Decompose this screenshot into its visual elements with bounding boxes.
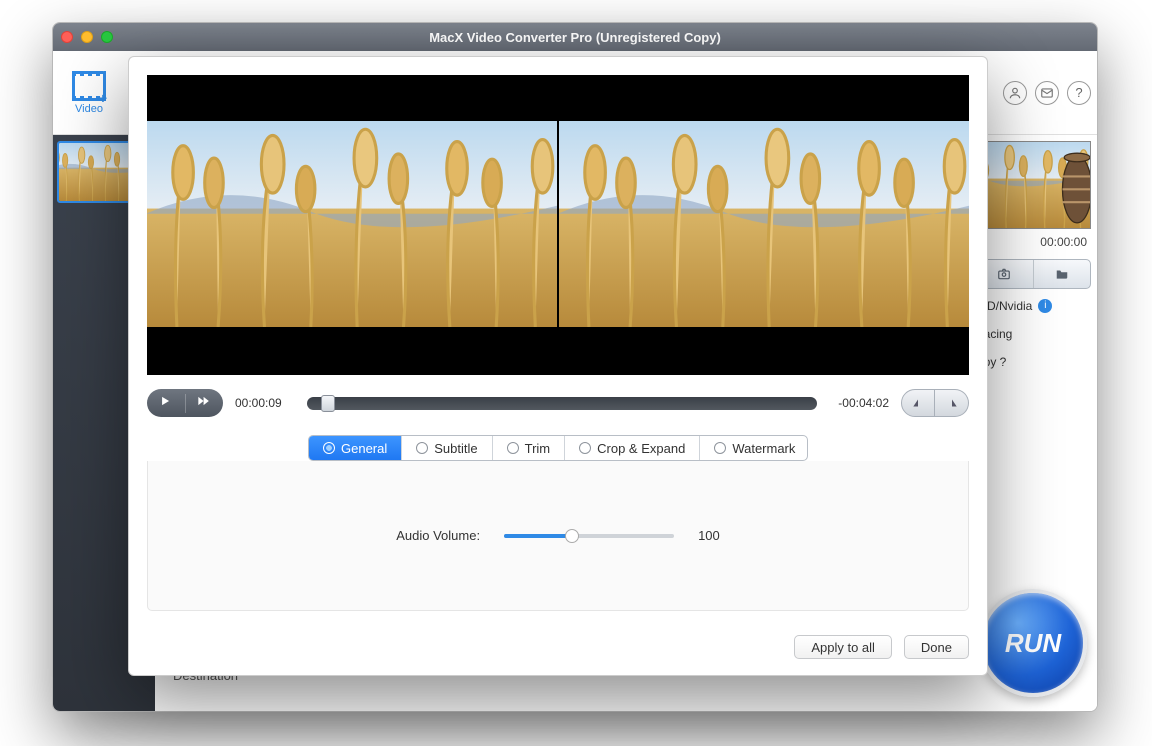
- editor-tabs: General Subtitle Trim Crop & Expand Wate…: [308, 435, 808, 461]
- audio-volume-label: Audio Volume:: [396, 528, 480, 543]
- radio-icon: [714, 442, 726, 454]
- scrub-knob[interactable]: [321, 395, 335, 412]
- radio-icon: [416, 442, 428, 454]
- audio-volume-value: 100: [698, 528, 720, 543]
- tab-subtitle[interactable]: Subtitle: [402, 436, 492, 460]
- radio-icon: [507, 442, 519, 454]
- preview-original: [147, 75, 557, 375]
- mini-preview: [975, 141, 1091, 229]
- rotate-left-button[interactable]: [901, 389, 935, 417]
- general-panel: Audio Volume: 100: [147, 461, 969, 611]
- remaining-time: -00:04:02: [829, 396, 889, 410]
- scrub-track[interactable]: [307, 397, 817, 410]
- editor-dialog: 00:00:09 -00:04:02 General Subtitle Trim…: [128, 56, 988, 676]
- tab-trim[interactable]: Trim: [493, 436, 566, 460]
- option-hw-accel[interactable]: MD/Nvidiai: [975, 289, 1091, 317]
- rotate-right-button[interactable]: [935, 389, 969, 417]
- preview-result: [559, 75, 969, 375]
- option-auto-copy[interactable]: opy ?: [975, 345, 1091, 373]
- browse-folder-icon[interactable]: [1033, 260, 1091, 288]
- titlebar: MacX Video Converter Pro (Unregistered C…: [53, 23, 1097, 51]
- tab-general[interactable]: General: [309, 436, 402, 460]
- run-button[interactable]: RUN: [979, 589, 1087, 697]
- radio-icon: [323, 442, 335, 454]
- help-icon[interactable]: ?: [1067, 81, 1091, 105]
- fast-forward-button[interactable]: [185, 394, 212, 413]
- run-label: RUN: [1005, 628, 1061, 659]
- tab-crop-expand[interactable]: Crop & Expand: [565, 436, 700, 460]
- audio-volume-slider[interactable]: [504, 534, 674, 538]
- mini-preview-controls: [975, 259, 1091, 289]
- add-video-label: Video: [59, 103, 119, 115]
- slider-knob[interactable]: [565, 529, 579, 543]
- apply-to-all-button[interactable]: Apply to all: [794, 635, 892, 659]
- playback-controls: [147, 389, 223, 417]
- mini-preview-time: 00:00:00: [975, 229, 1091, 259]
- info-icon[interactable]: i: [1038, 299, 1052, 313]
- play-button[interactable]: [158, 394, 172, 413]
- elapsed-time: 00:00:09: [235, 396, 295, 410]
- mail-icon[interactable]: [1035, 81, 1059, 105]
- option-deinterlace[interactable]: rlacing: [975, 317, 1091, 345]
- preview-pair: [147, 75, 969, 375]
- tab-watermark[interactable]: Watermark: [700, 436, 808, 460]
- add-video-button[interactable]: + Video: [59, 71, 119, 115]
- playback-row: 00:00:09 -00:04:02: [147, 389, 969, 417]
- radio-icon: [579, 442, 591, 454]
- done-button[interactable]: Done: [904, 635, 969, 659]
- account-icon[interactable]: [1003, 81, 1027, 105]
- window-title: MacX Video Converter Pro (Unregistered C…: [53, 30, 1097, 45]
- slider-fill: [504, 534, 572, 538]
